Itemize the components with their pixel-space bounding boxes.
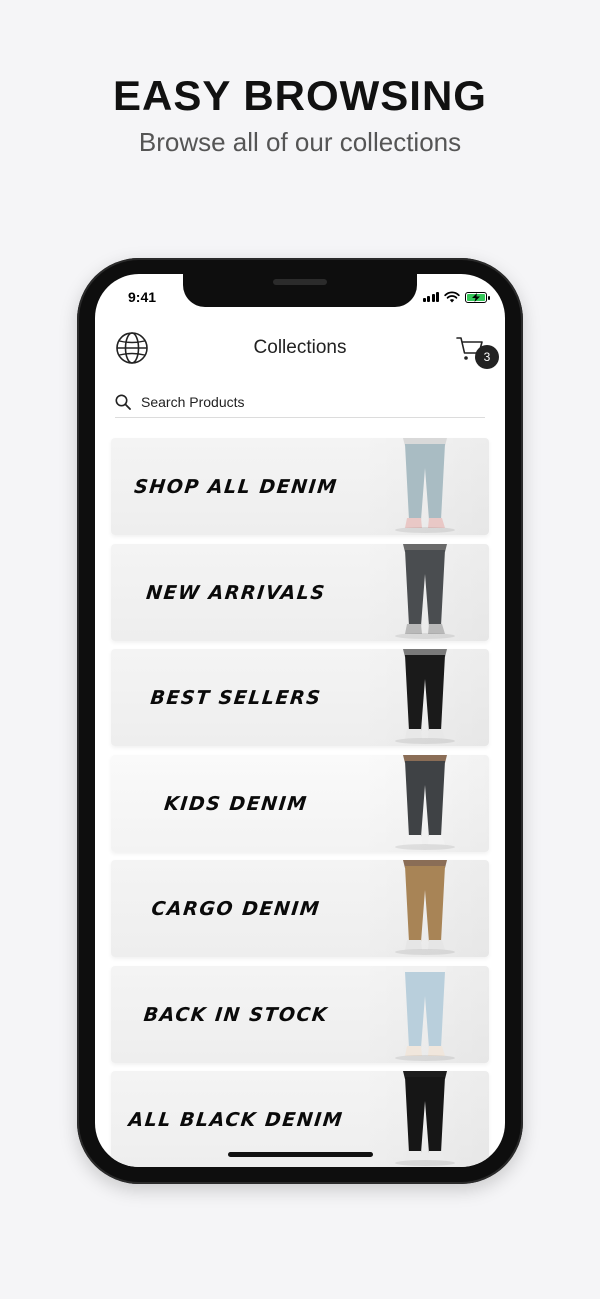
- app-screen: 9:41 Collections 3 Search Products SHOP …: [95, 274, 505, 1167]
- collection-card[interactable]: CARGO DENIM: [111, 860, 489, 957]
- status-time: 9:41: [128, 289, 157, 305]
- cart-count-badge[interactable]: 3: [475, 345, 499, 369]
- collection-card[interactable]: SHOP ALL DENIM: [111, 438, 489, 535]
- search-bar[interactable]: [115, 390, 485, 418]
- promo-title: EASY BROWSING: [113, 72, 487, 119]
- status-icons: [422, 291, 490, 303]
- battery-level: [467, 292, 485, 302]
- collection-label: SHOP ALL DENIM: [133, 475, 339, 498]
- home-indicator[interactable]: [228, 1152, 373, 1157]
- collection-photo: [361, 1071, 489, 1167]
- page-title: Collections: [253, 337, 347, 358]
- collection-photo: [361, 649, 489, 746]
- collection-label: CARGO DENIM: [150, 897, 322, 920]
- collection-photo: [361, 543, 489, 641]
- cellular-signal-icon: [422, 292, 439, 302]
- collection-label: KIDS DENIM: [163, 792, 309, 814]
- collection-photo: [361, 965, 489, 1063]
- search-input[interactable]: [141, 392, 471, 412]
- collection-card[interactable]: BEST SELLERS: [111, 649, 489, 746]
- collection-label: NEW ARRIVALS: [145, 581, 327, 603]
- collection-photo: [361, 438, 489, 535]
- collection-photo: [361, 860, 489, 957]
- speaker-grille: [273, 279, 327, 285]
- collection-photo: [361, 754, 489, 852]
- collection-label: BACK IN STOCK: [142, 1003, 330, 1025]
- collections-list: SHOP ALL DENIM NEW ARRIVALS BEST SELLERS KI…: [111, 438, 489, 1167]
- collection-card[interactable]: BACK IN STOCK: [111, 965, 489, 1063]
- promo-subtitle: Browse all of our collections: [138, 127, 462, 157]
- collection-label: BEST SELLERS: [149, 686, 323, 709]
- collection-card[interactable]: KIDS DENIM: [111, 754, 489, 852]
- notch: [183, 274, 417, 307]
- wifi-icon: [444, 291, 460, 303]
- collection-card[interactable]: NEW ARRIVALS: [111, 543, 489, 641]
- battery-icon: [465, 291, 490, 303]
- search-icon: [115, 394, 131, 410]
